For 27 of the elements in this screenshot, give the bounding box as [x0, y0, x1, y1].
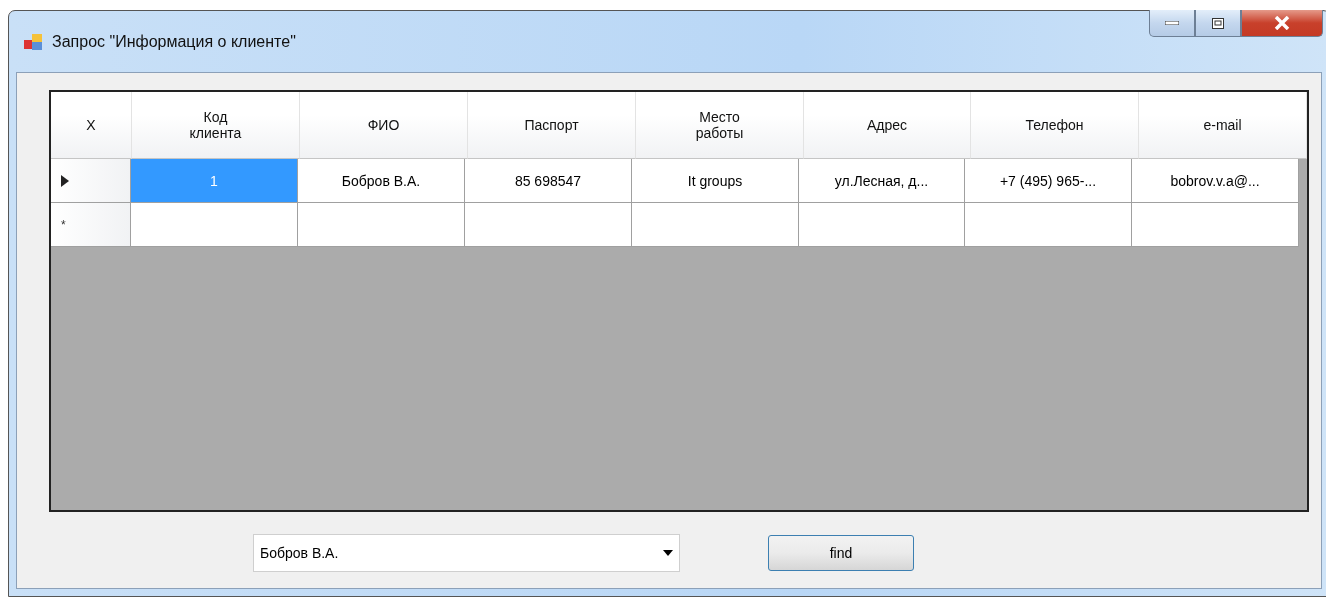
corner-header: X	[51, 92, 132, 159]
table-cell[interactable]: +7 (495) 965-...	[965, 159, 1132, 203]
find-button[interactable]: find	[768, 535, 914, 571]
maximize-button[interactable]	[1195, 10, 1241, 37]
column-header[interactable]: e-mail	[1139, 92, 1307, 159]
window-title: Запрос "Информация о клиенте"	[52, 32, 296, 51]
column-header[interactable]: Паспорт	[468, 92, 636, 159]
table-cell[interactable]: It groups	[632, 159, 799, 203]
column-header[interactable]: Место работы	[636, 92, 804, 159]
row-header[interactable]	[51, 159, 131, 203]
column-header[interactable]: Адрес	[804, 92, 971, 159]
row-header[interactable]: *	[51, 203, 131, 247]
column-header[interactable]: Код клиента	[132, 92, 300, 159]
client-dropdown[interactable]: Бобров В.А.	[253, 534, 680, 572]
close-button[interactable]	[1241, 10, 1323, 37]
dropdown-arrow-icon	[663, 550, 673, 556]
table-cell[interactable]: Бобров В.А.	[298, 159, 465, 203]
column-header[interactable]: Телефон	[971, 92, 1139, 159]
table-cell[interactable]: ул.Лесная, д...	[799, 159, 965, 203]
table-cell[interactable]: bobrov.v.a@...	[1132, 159, 1299, 203]
app-icon	[24, 33, 42, 50]
close-icon	[1274, 16, 1290, 30]
new-row-marker: *	[61, 217, 66, 232]
column-header[interactable]: ФИО	[300, 92, 468, 159]
maximize-icon	[1212, 17, 1224, 29]
minimize-icon	[1165, 21, 1179, 25]
table-cell[interactable]: 85 698547	[465, 159, 632, 203]
